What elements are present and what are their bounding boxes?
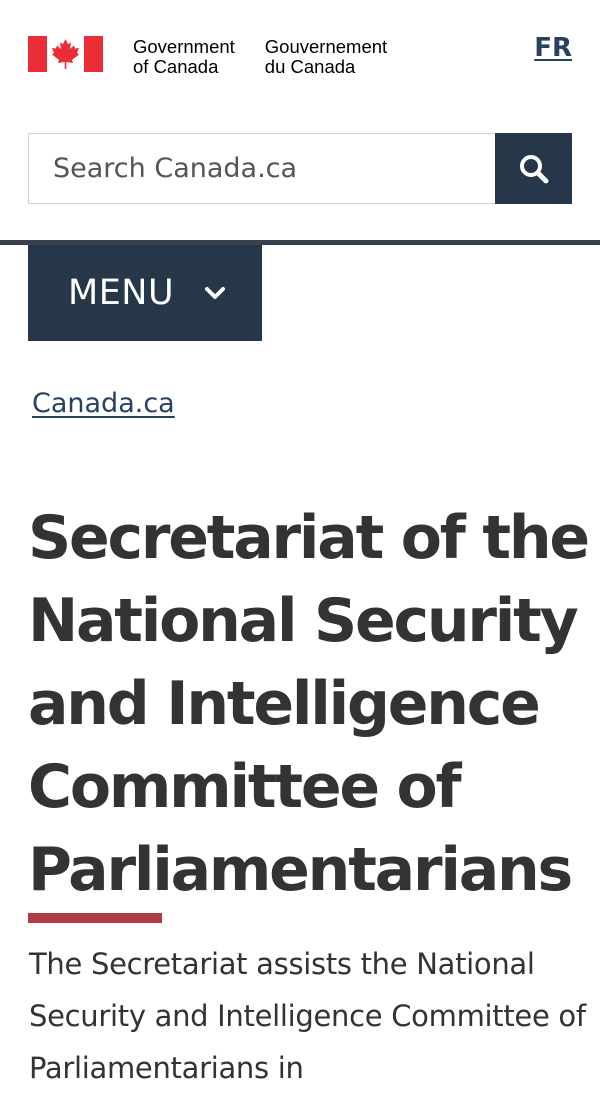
search-button[interactable] [495,133,572,204]
page-title: Secretariat of the National Security and… [28,503,590,905]
menu-label: MENU [68,273,175,313]
search-form [28,133,572,204]
chevron-down-icon [205,287,226,299]
signature-en-line2: of Canada [133,56,219,77]
signature-en-line1: Government [133,36,235,57]
canada-flag-icon [28,36,103,72]
title-underline-decoration [28,913,162,923]
signature-fr-line2: du Canada [264,56,356,77]
site-header: Government of Canada Gouvernement du Can… [0,0,600,110]
menu-button[interactable]: MENU [28,245,262,341]
maple-leaf-icon [52,39,79,69]
breadcrumb-link-canada-ca[interactable]: Canada.ca [32,388,175,419]
government-signature[interactable]: Government of Canada Gouvernement du Can… [28,36,387,77]
signature-text: Government of Canada Gouvernement du Can… [133,37,387,77]
search-icon [519,154,548,183]
intro-paragraph: The Secretariat assists the National Sec… [29,947,586,1085]
language-toggle-link[interactable]: FR [534,33,572,63]
search-input[interactable] [28,133,495,204]
signature-fr-line1: Gouvernement [264,36,388,57]
